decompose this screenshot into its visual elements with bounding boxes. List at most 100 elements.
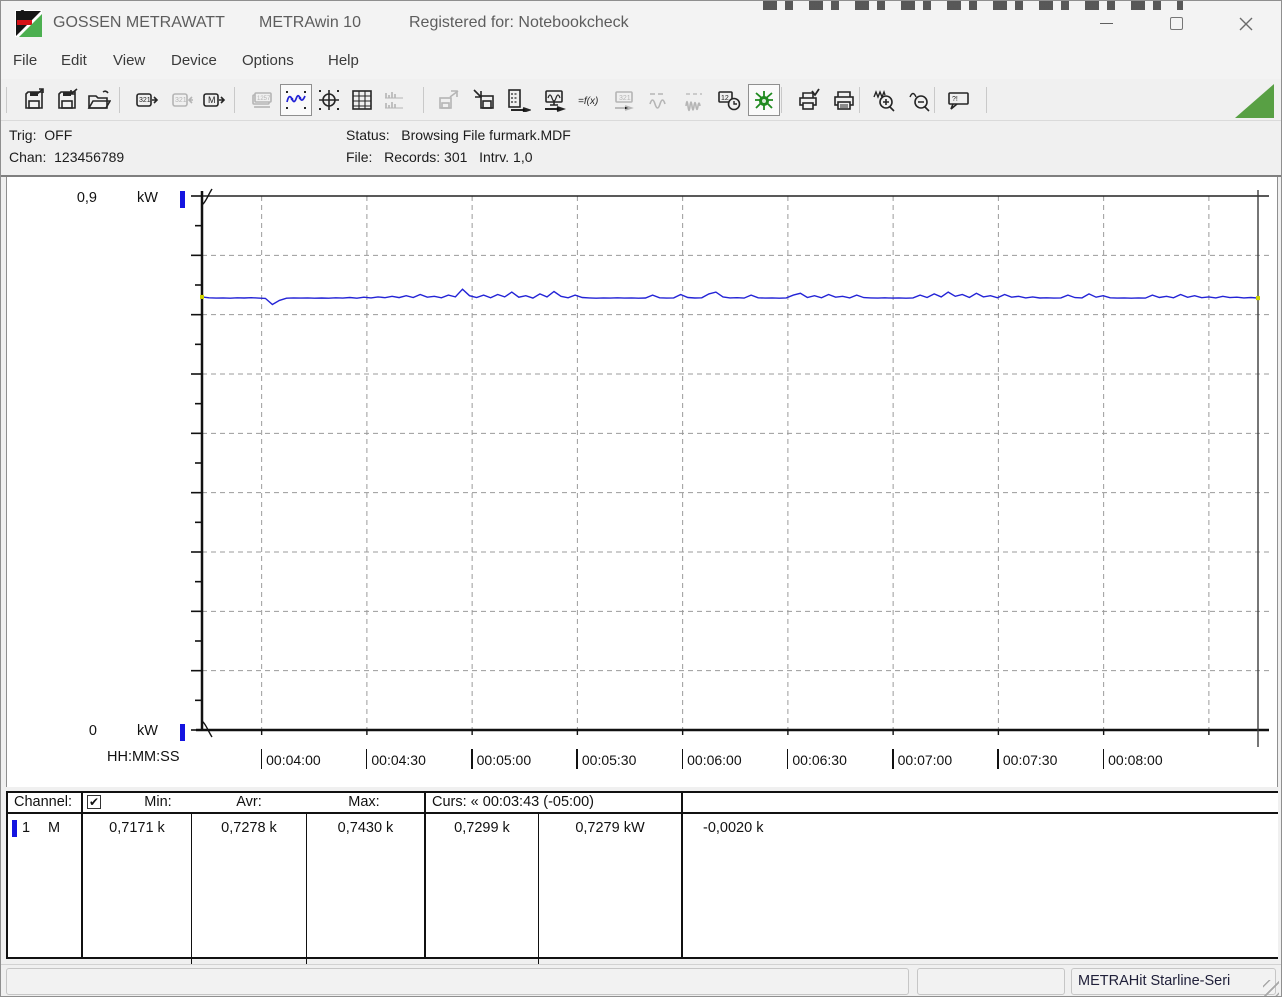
- status-bar: METRAHit Starline-Seri: [1, 964, 1281, 997]
- x-tick-label: 00:05:30: [576, 749, 636, 769]
- display-multi-icon: 1257: [250, 88, 274, 112]
- menu-device[interactable]: Device: [171, 52, 217, 69]
- print-check-icon: [797, 88, 821, 112]
- svg-text:M: M: [208, 95, 216, 105]
- toolbar-separator: [119, 87, 120, 113]
- display-settings-button: 321: [608, 84, 640, 116]
- header-cursor[interactable]: Curs: « 00:03:43 (-05:00): [432, 794, 594, 810]
- header-channel: Channel:: [14, 794, 72, 810]
- crosshair-icon: [317, 88, 341, 112]
- title-registered: Registered for: Notebookcheck: [409, 14, 629, 32]
- save-import-button[interactable]: [51, 84, 83, 116]
- store-data-button[interactable]: [468, 84, 500, 116]
- table-grid-icon: [350, 88, 374, 112]
- svg-text:?!: ?!: [952, 96, 958, 103]
- row-channel-number[interactable]: 1: [22, 820, 30, 836]
- display-321-icon: 321: [612, 88, 636, 112]
- x-tick-label: 00:04:00: [261, 749, 321, 769]
- multimeter-view-button: 1257: [246, 84, 278, 116]
- wave-pair-icon: [647, 88, 671, 112]
- device-name: METRAHit Starline-Seri: [1078, 973, 1230, 989]
- chart-view-button[interactable]: [280, 84, 312, 116]
- x-tick-labels: 00:04:0000:04:3000:05:0000:05:3000:06:00…: [7, 747, 1277, 775]
- help-bubble-icon: ?!: [947, 88, 971, 112]
- read-device-321-button[interactable]: 321: [131, 84, 163, 116]
- metrawin-window: GOSSEN METRAWATT METRAwin 10 Registered …: [0, 0, 1282, 997]
- header-max[interactable]: Max:: [336, 794, 392, 810]
- channel-visible-checkbox[interactable]: ✔: [87, 795, 101, 809]
- print-button[interactable]: [828, 84, 860, 116]
- channel-marker-top: [180, 191, 185, 208]
- green-corner-icon: [1233, 83, 1275, 119]
- device-settings-button[interactable]: [538, 84, 570, 116]
- histogram-view-button: [378, 84, 410, 116]
- zoom-wave-in-icon: [872, 88, 896, 112]
- menu-bar: File Edit View Device Options Help: [1, 46, 1281, 79]
- toolbar-separator: [986, 87, 987, 113]
- row-min-value: 0,7171 k: [83, 820, 191, 836]
- maximize-button[interactable]: [1153, 1, 1199, 46]
- zoom-in-button[interactable]: [868, 84, 900, 116]
- header-min[interactable]: Min:: [130, 794, 186, 810]
- open-file-button[interactable]: [83, 84, 115, 116]
- y-axis-unit-top: kW: [137, 190, 158, 206]
- table-view-button[interactable]: [346, 84, 378, 116]
- floppy-out-icon: [22, 88, 46, 112]
- pulse-view-button: [678, 84, 710, 116]
- menu-help[interactable]: Help: [328, 52, 359, 69]
- statusbar-segment-main: [6, 968, 909, 995]
- wave-compare-button: [643, 84, 675, 116]
- minimize-button[interactable]: [1083, 1, 1129, 46]
- pulse-train-icon: [682, 88, 706, 112]
- menu-edit[interactable]: Edit: [61, 52, 87, 69]
- spider-icon: [752, 88, 776, 112]
- toolbar-separator: [234, 87, 235, 113]
- hint-button[interactable]: ?!: [943, 84, 975, 116]
- row-delta-value: -0,0020 k: [703, 820, 763, 836]
- y-axis-max-label: 0,9: [65, 190, 97, 206]
- formula-button[interactable]: =f(x): [573, 84, 605, 116]
- row-channel-mode: M: [48, 820, 60, 836]
- channel-list-icon: [507, 88, 531, 112]
- title-brand: GOSSEN METRAWATT: [53, 14, 225, 32]
- close-icon: [1239, 17, 1253, 31]
- cursor-view-button[interactable]: [313, 84, 345, 116]
- status-panel: Trig: OFF Chan: 123456789 Status: Browsi…: [1, 121, 1281, 177]
- maximize-icon: [1170, 17, 1183, 30]
- read-memory-button[interactable]: M: [198, 84, 230, 116]
- x-tick-label: 00:06:00: [682, 749, 742, 769]
- zoom-out-button[interactable]: [903, 84, 935, 116]
- live-record-button[interactable]: [748, 84, 780, 116]
- print-preview-button[interactable]: [793, 84, 825, 116]
- channel-marker-bottom: [180, 724, 185, 741]
- statusbar-segment-empty: [917, 968, 1065, 995]
- chart-svg[interactable]: [7, 177, 1279, 787]
- menu-view[interactable]: View: [113, 52, 145, 69]
- close-button[interactable]: [1223, 1, 1269, 46]
- toolbar-separator: [781, 87, 782, 113]
- row-max-value: 0,7430 k: [307, 820, 424, 836]
- header-avr[interactable]: Avr:: [221, 794, 277, 810]
- channel-setup-button[interactable]: [503, 84, 535, 116]
- printer-icon: [832, 88, 856, 112]
- x-tick-label: 00:05:00: [471, 749, 531, 769]
- x-tick-label: 00:06:30: [787, 749, 847, 769]
- clock-device-icon: 12: [717, 88, 741, 112]
- menu-file[interactable]: File: [13, 52, 37, 69]
- floppy-down-icon: [472, 88, 496, 112]
- histogram-icon: [382, 88, 406, 112]
- toolbar-separator: [859, 87, 860, 113]
- meter-in-icon: 321: [169, 88, 193, 112]
- menu-options[interactable]: Options: [242, 52, 294, 69]
- chan-value: 123456789: [54, 149, 124, 165]
- svg-text:1257: 1257: [257, 96, 271, 102]
- title-bar[interactable]: GOSSEN METRAWATT METRAwin 10 Registered …: [1, 1, 1281, 46]
- save-export-button[interactable]: [18, 84, 50, 116]
- app-logo-icon: [15, 10, 42, 37]
- resize-grip[interactable]: [1263, 980, 1279, 996]
- export-data-button: [433, 84, 465, 116]
- status-label: Status:: [346, 127, 390, 143]
- floppy-in-icon: [55, 88, 79, 112]
- file-value: Records: 301 Intrv. 1,0: [384, 149, 532, 165]
- time-settings-button[interactable]: 12: [713, 84, 745, 116]
